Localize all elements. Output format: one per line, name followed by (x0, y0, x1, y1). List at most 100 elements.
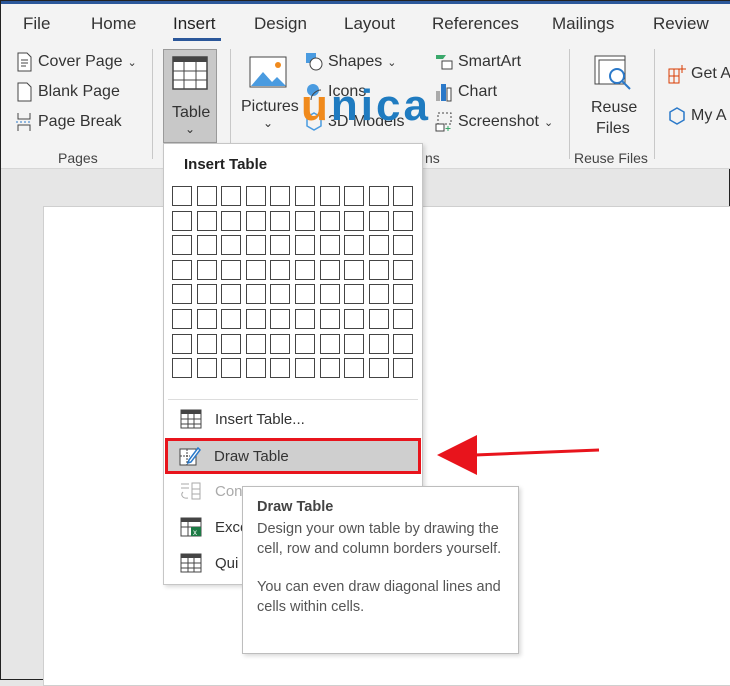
cover-page-button[interactable]: Cover Page ⌄ (15, 52, 137, 72)
grid-cell[interactable] (221, 186, 242, 206)
grid-cell[interactable] (245, 308, 266, 329)
grid-cell[interactable] (172, 358, 192, 379)
grid-cell[interactable] (319, 235, 340, 256)
shapes-button[interactable]: Shapes ⌄ (305, 52, 396, 72)
grid-cell[interactable] (393, 333, 414, 354)
grid-cell[interactable] (270, 358, 291, 379)
grid-cell[interactable] (319, 358, 340, 379)
grid-cell[interactable] (172, 308, 192, 329)
grid-cell[interactable] (393, 186, 414, 206)
grid-cell[interactable] (393, 284, 414, 305)
grid-cell[interactable] (270, 210, 291, 231)
grid-cell[interactable] (196, 333, 217, 354)
grid-cell[interactable] (245, 284, 266, 305)
grid-cell[interactable] (270, 259, 291, 280)
grid-cell[interactable] (270, 284, 291, 305)
grid-cell[interactable] (196, 235, 217, 256)
tab-design[interactable]: Design (254, 14, 307, 34)
grid-cell[interactable] (368, 333, 389, 354)
grid-cell[interactable] (196, 259, 217, 280)
smartart-button[interactable]: SmartArt (435, 52, 521, 72)
grid-cell[interactable] (368, 358, 389, 379)
grid-cell[interactable] (196, 186, 217, 206)
grid-cell[interactable] (344, 333, 365, 354)
table-button[interactable]: Table ⌄ (163, 49, 217, 143)
tab-references[interactable]: References (432, 14, 519, 34)
grid-cell[interactable] (294, 235, 315, 256)
grid-cell[interactable] (245, 210, 266, 231)
grid-cell[interactable] (319, 308, 340, 329)
grid-cell[interactable] (172, 210, 192, 231)
my-addins-button[interactable]: My A (668, 106, 727, 126)
grid-cell[interactable] (221, 333, 242, 354)
grid-cell[interactable] (172, 235, 192, 256)
grid-cell[interactable] (344, 308, 365, 329)
blank-page-button[interactable]: Blank Page (15, 82, 120, 102)
menu-item-insert-table[interactable]: Insert Table... (166, 402, 420, 436)
grid-cell[interactable] (270, 235, 291, 256)
chart-button[interactable]: Chart (435, 82, 497, 102)
grid-cell[interactable] (319, 333, 340, 354)
grid-cell[interactable] (221, 235, 242, 256)
tab-review[interactable]: Review (653, 14, 709, 34)
grid-cell[interactable] (172, 186, 192, 206)
grid-cell[interactable] (245, 235, 266, 256)
grid-cell[interactable] (393, 358, 414, 379)
table-size-grid[interactable] (172, 186, 414, 379)
grid-cell[interactable] (294, 259, 315, 280)
grid-cell[interactable] (393, 308, 414, 329)
grid-cell[interactable] (196, 358, 217, 379)
grid-cell[interactable] (221, 259, 242, 280)
grid-cell[interactable] (319, 186, 340, 206)
tab-layout[interactable]: Layout (344, 14, 395, 34)
grid-cell[interactable] (172, 259, 192, 280)
page-break-button[interactable]: Page Break (15, 112, 122, 132)
grid-cell[interactable] (294, 308, 315, 329)
reuse-files-button[interactable]: Reuse Files (585, 54, 639, 144)
pictures-button[interactable]: Pictures ⌄ (239, 56, 299, 136)
grid-cell[interactable] (368, 259, 389, 280)
tab-mailings[interactable]: Mailings (552, 14, 614, 34)
grid-cell[interactable] (344, 186, 365, 206)
grid-cell[interactable] (344, 259, 365, 280)
grid-cell[interactable] (393, 259, 414, 280)
screenshot-button[interactable]: Screenshot ⌄ (435, 112, 553, 132)
grid-cell[interactable] (270, 308, 291, 329)
grid-cell[interactable] (245, 186, 266, 206)
grid-cell[interactable] (319, 284, 340, 305)
grid-cell[interactable] (172, 284, 192, 305)
grid-cell[interactable] (221, 358, 242, 379)
grid-cell[interactable] (221, 308, 242, 329)
grid-cell[interactable] (368, 186, 389, 206)
grid-cell[interactable] (319, 259, 340, 280)
grid-cell[interactable] (270, 333, 291, 354)
grid-cell[interactable] (393, 235, 414, 256)
grid-cell[interactable] (368, 235, 389, 256)
grid-cell[interactable] (196, 284, 217, 305)
grid-cell[interactable] (294, 358, 315, 379)
get-addins-button[interactable]: Get A (668, 64, 730, 84)
grid-cell[interactable] (368, 284, 389, 305)
tab-file[interactable]: File (23, 14, 50, 34)
grid-cell[interactable] (344, 284, 365, 305)
grid-cell[interactable] (221, 284, 242, 305)
grid-cell[interactable] (393, 210, 414, 231)
grid-cell[interactable] (196, 308, 217, 329)
grid-cell[interactable] (344, 235, 365, 256)
grid-cell[interactable] (270, 186, 291, 206)
tab-insert[interactable]: Insert (173, 14, 216, 34)
grid-cell[interactable] (294, 333, 315, 354)
tab-home[interactable]: Home (91, 14, 136, 34)
grid-cell[interactable] (294, 186, 315, 206)
grid-cell[interactable] (294, 210, 315, 231)
grid-cell[interactable] (294, 284, 315, 305)
grid-cell[interactable] (368, 210, 389, 231)
grid-cell[interactable] (172, 333, 192, 354)
menu-item-draw-table[interactable]: Draw Table (165, 438, 421, 474)
grid-cell[interactable] (368, 308, 389, 329)
grid-cell[interactable] (245, 358, 266, 379)
grid-cell[interactable] (344, 358, 365, 379)
grid-cell[interactable] (344, 210, 365, 231)
grid-cell[interactable] (221, 210, 242, 231)
grid-cell[interactable] (245, 259, 266, 280)
